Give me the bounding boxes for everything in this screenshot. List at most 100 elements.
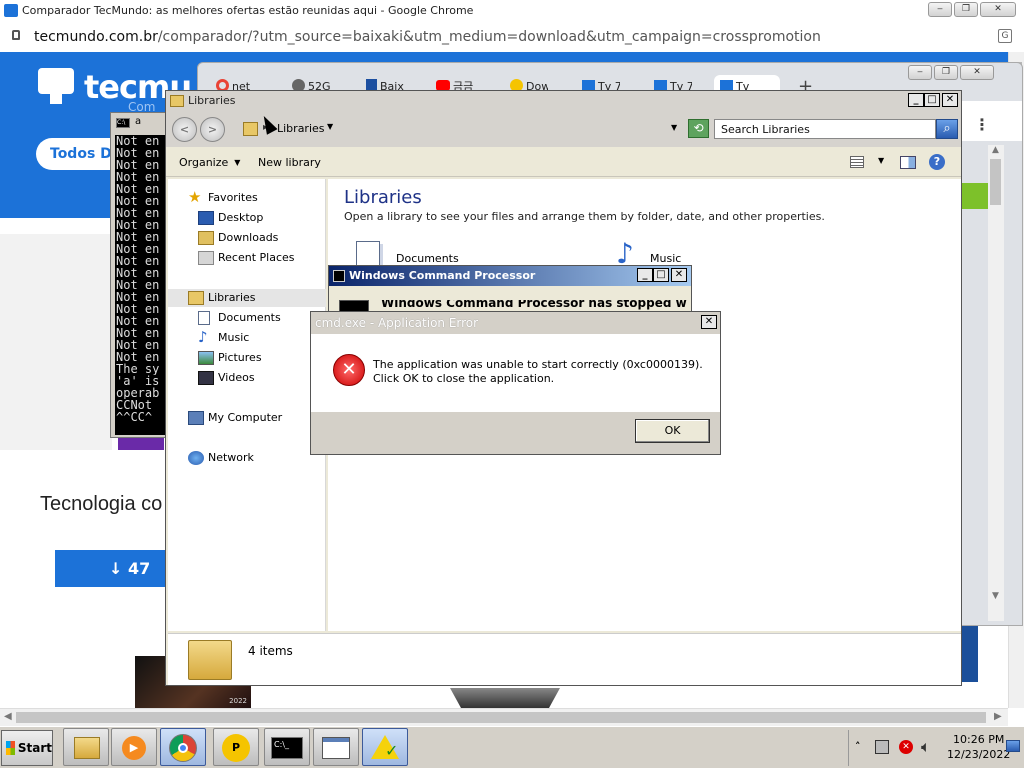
explorer-minimize-button[interactable]: _ — [908, 93, 924, 107]
tecmundo-logo[interactable] — [38, 68, 78, 106]
clock-time[interactable]: 10:26 PM — [953, 733, 1004, 746]
laptop-image[interactable] — [450, 688, 560, 708]
wcp-title: Windows Command Processor — [349, 269, 536, 282]
horizontal-scrollbar[interactable]: ◀ ▶ — [0, 708, 1008, 726]
wcp-title-bar: Windows Command Processor _ □ ✕ — [329, 266, 691, 286]
organize-button[interactable]: Organize ▼ — [179, 156, 240, 169]
libraries-icon — [243, 122, 258, 136]
wcp-minimize-button[interactable]: _ — [637, 268, 653, 282]
nav-documents[interactable]: Documents — [198, 309, 281, 327]
nav-my-computer[interactable]: My Computer — [188, 409, 282, 427]
nav-music[interactable]: ♪ Music — [198, 328, 249, 347]
address-box[interactable]: ▸ Libraries ▼ ▼ — [240, 118, 684, 140]
ok-button[interactable]: OK — [635, 419, 710, 443]
taskbar-explorer-button[interactable] — [63, 728, 109, 766]
status-bar: 4 items — [168, 633, 961, 685]
status-text: 4 items — [248, 644, 293, 658]
cmd-line: Not en — [116, 279, 160, 291]
taskbar-warning-button[interactable]: ✓ — [362, 728, 408, 766]
product-card[interactable]: ↓ 47 — [55, 550, 167, 587]
address-dropdown-icon[interactable]: ▼ — [327, 122, 333, 131]
search-icon[interactable]: ⌕ — [936, 119, 958, 139]
back-button[interactable]: < — [172, 117, 197, 142]
inner-minimize-button[interactable]: ‒ — [908, 65, 932, 80]
translate-icon[interactable]: G — [998, 29, 1012, 43]
cmd-line: Not en — [116, 303, 160, 315]
music-icon: ♪ — [198, 328, 208, 346]
cmd-console[interactable]: Not en Not en Not en Not en Not en Not en Not … — [115, 135, 165, 435]
nav-favorites[interactable]: ★ Favorites — [188, 188, 258, 207]
cmd-line: 'a' is — [116, 375, 160, 387]
hscroll-thumb[interactable] — [16, 712, 986, 723]
cmd-line: operab — [116, 387, 160, 399]
volume-icon[interactable]: 🔈︎ — [921, 737, 931, 757]
taskbar-app-button[interactable]: P — [213, 728, 259, 766]
cmd-line: Not en — [116, 327, 160, 339]
security-alert-icon[interactable]: ✕ — [899, 740, 913, 754]
menu-dots-icon[interactable]: ⋮ — [974, 115, 990, 134]
close-button[interactable]: ✕ — [980, 2, 1016, 17]
forward-button[interactable]: > — [200, 117, 225, 142]
cmd-icon — [333, 270, 345, 282]
nav-videos[interactable]: Videos — [198, 369, 255, 387]
taskbar-media-button[interactable]: ▶ — [111, 728, 157, 766]
error-close-button[interactable]: ✕ — [701, 315, 717, 329]
explorer-navbar: < > ▸ Libraries ▼ ▼ ⟲ Search Libraries ⌕ — [166, 111, 961, 147]
gray-band — [0, 234, 112, 450]
cmd-line: Not en — [116, 339, 160, 351]
nav-recent-places[interactable]: Recent Places — [198, 249, 295, 267]
organize-label: Organize — [179, 156, 229, 169]
address-history-icon[interactable]: ▼ — [671, 123, 677, 132]
nav-libraries[interactable]: Libraries — [188, 289, 256, 307]
nav-downloads[interactable]: Downloads — [198, 229, 278, 247]
page-subtitle: Open a library to see your files and arr… — [344, 210, 825, 223]
address-bar[interactable]: tecmundo.com.br/comparador/?utm_source=b… — [0, 24, 1024, 50]
error-icon: ✕ — [333, 354, 365, 386]
nav-network[interactable]: Network — [188, 449, 254, 467]
nav-pictures[interactable]: Pictures — [198, 349, 262, 367]
chevron-down-icon: ▼ — [234, 158, 241, 167]
taskbar-window-button[interactable] — [313, 728, 359, 766]
window-icon — [322, 737, 350, 759]
inner-scrollbar[interactable]: ▲ ▼ — [988, 145, 1004, 621]
new-library-button[interactable]: New library — [258, 156, 321, 169]
cmd-line: Not en — [116, 207, 160, 219]
taskbar-chrome-button[interactable] — [160, 728, 206, 766]
minimize-button[interactable]: ‒ — [928, 2, 952, 17]
explorer-maximize-button[interactable]: □ — [924, 93, 940, 107]
show-desktop-icon[interactable] — [1006, 740, 1020, 752]
search-input[interactable]: Search Libraries — [714, 119, 936, 139]
refresh-button[interactable]: ⟲ — [688, 119, 709, 138]
preview-pane-icon[interactable] — [900, 156, 916, 169]
key-app-icon: P — [222, 734, 250, 762]
clock-date[interactable]: 12/23/2022 — [947, 748, 1010, 761]
recent-places-icon — [198, 251, 214, 265]
wcp-window: Windows Command Processor _ □ ✕ Windows … — [328, 265, 692, 313]
inner-close-button[interactable]: ✕ — [960, 65, 994, 80]
explorer-close-button[interactable]: ✕ — [942, 93, 958, 107]
scroll-right-icon[interactable]: ▶ — [994, 711, 1002, 722]
nav-desktop[interactable]: Desktop — [198, 209, 263, 227]
taskbar-cmd-button[interactable]: C:\_ — [264, 728, 310, 766]
view-options-icon[interactable] — [850, 156, 864, 168]
network-icon[interactable] — [875, 740, 889, 754]
help-icon[interactable]: ? — [929, 154, 945, 170]
scroll-left-icon[interactable]: ◀ — [4, 711, 12, 722]
view-dropdown-icon[interactable]: ▼ — [878, 156, 884, 165]
wcp-close-button[interactable]: ✕ — [671, 268, 687, 282]
cmd-line: Not en — [116, 243, 160, 255]
check-icon: ✓ — [385, 741, 399, 760]
inner-scroll-thumb[interactable] — [990, 159, 1001, 205]
cmd-icon: C:\_ — [271, 737, 303, 759]
maximize-button[interactable]: ❐ — [954, 2, 978, 17]
wcp-maximize-button[interactable]: □ — [653, 268, 669, 282]
cmd-line: Not en — [116, 351, 160, 363]
cmd-line: Not en — [116, 195, 160, 207]
start-button[interactable]: Start — [1, 730, 53, 766]
tray-expand-icon[interactable]: ˄ — [855, 740, 861, 753]
chrome-title-bar: Comparador TecMundo: as melhores ofertas… — [0, 0, 1024, 22]
libraries-icon — [188, 640, 232, 680]
cmd-line: Not en — [116, 171, 160, 183]
inner-maximize-button[interactable]: ❐ — [934, 65, 958, 80]
cmd-line: Not en — [116, 267, 160, 279]
